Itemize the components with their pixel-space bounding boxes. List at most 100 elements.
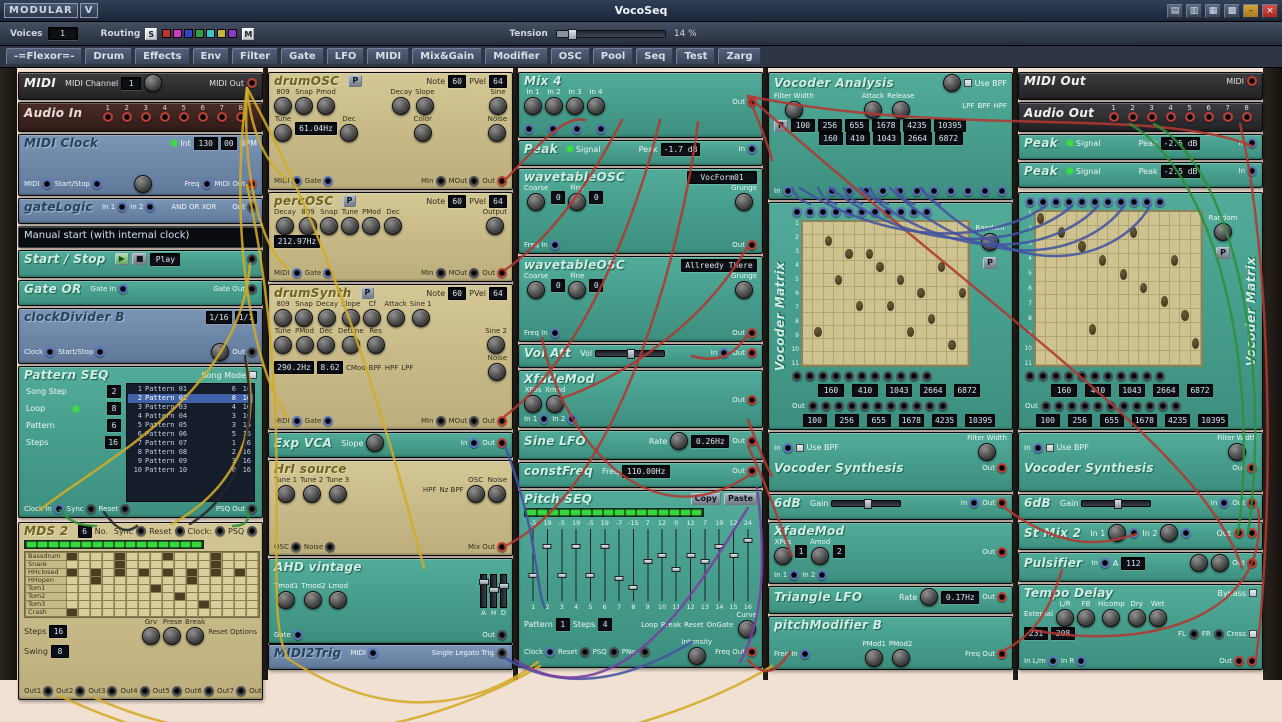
matrix-cell[interactable] <box>1098 226 1108 240</box>
matrix-cell[interactable] <box>896 235 906 248</box>
jack-3[interactable] <box>818 371 828 381</box>
matrix-cell[interactable] <box>1170 226 1180 240</box>
value-display[interactable]: 1043 <box>873 132 901 145</box>
grid-cell[interactable] <box>91 601 102 608</box>
pitch-slider[interactable] <box>571 529 581 601</box>
matrix-cell[interactable] <box>875 235 885 248</box>
pitch-slider[interactable] <box>628 529 638 601</box>
matrix-cell[interactable] <box>865 313 875 326</box>
matrix-cell[interactable] <box>813 339 823 352</box>
jack-2[interactable] <box>1038 371 1048 381</box>
value-display[interactable]: 160 <box>818 384 844 397</box>
matrix-cell[interactable] <box>803 339 813 352</box>
grid-cell[interactable] <box>211 569 222 576</box>
matrix-cell[interactable] <box>1191 254 1201 268</box>
knob[interactable] <box>920 588 938 606</box>
matrix-cell[interactable] <box>1149 309 1159 323</box>
matrix-cell[interactable] <box>937 235 947 248</box>
knob-tune-1[interactable] <box>277 485 295 503</box>
value-display[interactable]: 1678 <box>899 414 924 427</box>
jack-11[interactable] <box>922 371 932 381</box>
matrix-cell[interactable] <box>1160 254 1170 268</box>
routing-color-5[interactable] <box>206 29 215 38</box>
matrix-cell[interactable] <box>1170 282 1180 296</box>
matrix-cell[interactable] <box>865 248 875 261</box>
grid-cell[interactable] <box>103 577 114 584</box>
tab-env[interactable]: Env <box>193 48 229 65</box>
matrix-cell[interactable] <box>927 300 937 313</box>
matrix-cell[interactable] <box>1108 240 1118 254</box>
matrix-cell[interactable] <box>947 352 957 365</box>
matrix-cell[interactable] <box>886 326 896 339</box>
jack-7[interactable] <box>929 186 939 196</box>
matrix-cell[interactable] <box>896 326 906 339</box>
matrix-cell[interactable] <box>1191 309 1201 323</box>
grid-cell[interactable] <box>175 601 186 608</box>
matrix-cell[interactable] <box>1108 295 1118 309</box>
value-display[interactable]: 655 <box>845 119 869 132</box>
module-mix4[interactable]: Mix 4In 1In 2In 3In 4Out <box>518 72 763 138</box>
matrix-cell[interactable] <box>1180 351 1190 365</box>
pitch-slider[interactable] <box>685 529 695 601</box>
value-display[interactable]: 4235 <box>932 414 957 427</box>
module-mds2[interactable]: MDS 26No.SyncResetClock:PSQBassdrumSnare… <box>18 522 263 700</box>
knob-in-4[interactable] <box>587 97 605 115</box>
jack-min[interactable] <box>436 176 446 186</box>
knob-dec[interactable] <box>384 217 402 235</box>
value-display[interactable]: 10395 <box>965 414 995 427</box>
grid-cell[interactable] <box>199 585 210 592</box>
value-display[interactable]: 100 <box>803 414 827 427</box>
matrix-cell[interactable] <box>875 274 885 287</box>
knob-dry[interactable] <box>1128 609 1146 627</box>
value-display[interactable]: -2.5 dB <box>1161 165 1201 178</box>
jack-3[interactable] <box>818 207 828 217</box>
matrix-cell[interactable] <box>1077 254 1087 268</box>
module-pulsifier[interactable]: PulsifierInA112Out <box>1018 552 1263 582</box>
matrix-cell[interactable] <box>1139 240 1149 254</box>
jack-out[interactable] <box>747 436 757 446</box>
jack-psq-out[interactable] <box>247 504 257 514</box>
jack-in[interactable] <box>1247 166 1257 176</box>
jack-7[interactable] <box>1119 401 1129 411</box>
jack-out3[interactable] <box>107 686 117 696</box>
matrix-cell[interactable] <box>1119 268 1129 282</box>
grid-cell[interactable] <box>127 601 138 608</box>
grid-cell[interactable] <box>151 553 162 560</box>
matrix-cell[interactable] <box>1067 323 1077 337</box>
button-paste[interactable]: Paste <box>724 493 757 505</box>
grid-cell[interactable] <box>139 561 150 568</box>
matrix-cell[interactable] <box>1180 282 1190 296</box>
matrix-cell[interactable] <box>1108 268 1118 282</box>
grid-cell[interactable] <box>235 585 246 592</box>
matrix-cell[interactable] <box>1036 309 1046 323</box>
jack-noise[interactable] <box>325 542 335 552</box>
tab-modifier[interactable]: Modifier <box>485 48 548 65</box>
value-display[interactable]: 64 <box>489 75 507 88</box>
grid-cell[interactable] <box>211 561 222 568</box>
matrix-cell[interactable] <box>927 313 937 326</box>
matrix-cell[interactable] <box>865 287 875 300</box>
matrix-cell[interactable] <box>834 248 844 261</box>
matrix-cell[interactable] <box>916 339 926 352</box>
jack-6[interactable] <box>1106 401 1116 411</box>
keyboard-icon[interactable]: ▩ <box>1224 4 1240 18</box>
routing-mute-button[interactable]: M <box>242 28 254 40</box>
knob-attack[interactable] <box>387 309 405 327</box>
matrix-cell[interactable] <box>937 313 947 326</box>
matrix-cell[interactable] <box>1170 295 1180 309</box>
jack-9[interactable] <box>1129 371 1139 381</box>
grid-cell[interactable] <box>127 577 138 584</box>
matrix-cell[interactable] <box>1180 226 1190 240</box>
matrix-cell[interactable] <box>1191 351 1201 365</box>
matrix-cell[interactable] <box>813 352 823 365</box>
jack-out[interactable] <box>997 547 1007 557</box>
module-voc-synth2[interactable]: InUse BPFFilter WidthVocoder SynthesisOu… <box>1018 432 1263 492</box>
matrix-cell[interactable] <box>824 248 834 261</box>
jack-clock-in[interactable] <box>54 504 64 514</box>
matrix-cell[interactable] <box>1119 351 1129 365</box>
value-display[interactable]: 410 <box>852 384 878 397</box>
matrix-cell[interactable] <box>1098 323 1108 337</box>
save-icon[interactable]: ▤ <box>1167 4 1183 18</box>
matrix-cell[interactable] <box>855 235 865 248</box>
grid-cell[interactable] <box>91 577 102 584</box>
